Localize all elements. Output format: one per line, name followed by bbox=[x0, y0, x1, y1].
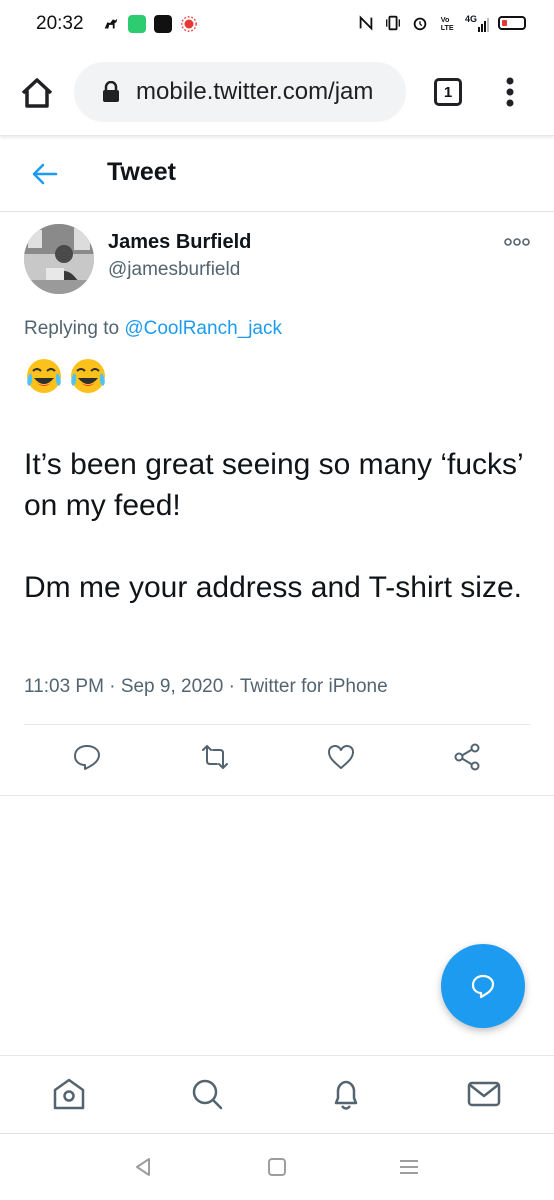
status-time: 20:32 bbox=[36, 13, 84, 34]
tweet-text: It’s been great seeing so many ‘fucks’ o… bbox=[24, 444, 524, 649]
tweet-date[interactable]: Sep 9, 2020 bbox=[121, 676, 223, 697]
app-icon bbox=[153, 15, 172, 33]
back-arrow-icon[interactable] bbox=[30, 160, 58, 188]
like-icon[interactable] bbox=[326, 742, 356, 772]
replying-to-mention[interactable]: @CoolRanch_jack bbox=[124, 318, 282, 339]
system-recents-icon[interactable] bbox=[398, 1156, 420, 1178]
replying-to: Replying to @CoolRanch_jack bbox=[24, 318, 282, 340]
divider bbox=[0, 795, 554, 796]
recording-icon bbox=[180, 16, 197, 32]
compose-message-button[interactable] bbox=[441, 944, 525, 1028]
volte-icon: VoLTE bbox=[441, 15, 454, 32]
divider bbox=[24, 724, 530, 725]
compose-bubble-icon bbox=[471, 974, 495, 999]
status-bar: 20:32 Vo LTE 4G bbox=[0, 0, 554, 48]
browser-toolbar: mobile.twitter.com/jam 1 bbox=[0, 48, 554, 136]
address-bar[interactable]: mobile.twitter.com/jam bbox=[74, 62, 406, 122]
browser-menu-icon[interactable] bbox=[500, 76, 520, 108]
lock-icon bbox=[103, 81, 119, 102]
svg-text:LTE: LTE bbox=[441, 23, 454, 32]
tweet-actions bbox=[24, 742, 530, 782]
tweet-paragraph: Dm me your address and T-shirt size. bbox=[24, 571, 522, 604]
horse-icon bbox=[104, 18, 117, 29]
tweet-paragraph: It’s been great seeing so many ‘fucks’ o… bbox=[24, 448, 523, 522]
system-back-icon[interactable] bbox=[132, 1156, 154, 1178]
meta-separator: · bbox=[103, 676, 121, 697]
tweet-meta: 11:03 PM · Sep 9, 2020 · Twitter for iPh… bbox=[24, 676, 388, 698]
battery-saver-icon bbox=[127, 15, 146, 33]
tweet-time[interactable]: 11:03 PM bbox=[24, 676, 104, 697]
tab-count: 1 bbox=[443, 83, 453, 101]
tweet-source[interactable]: Twitter for iPhone bbox=[240, 676, 388, 697]
page-title: Tweet bbox=[107, 158, 176, 186]
avatar-photo bbox=[24, 224, 94, 294]
replying-prefix: Replying to bbox=[24, 318, 125, 339]
meta-separator: · bbox=[223, 676, 240, 697]
bottom-nav bbox=[0, 1055, 554, 1133]
avatar[interactable] bbox=[24, 224, 94, 294]
tab-switcher-button[interactable]: 1 bbox=[434, 78, 462, 106]
retweet-icon[interactable] bbox=[200, 742, 230, 772]
nfc-icon bbox=[359, 15, 373, 31]
alarm-icon bbox=[413, 17, 427, 31]
browser-home-icon[interactable] bbox=[18, 74, 56, 112]
battery-low-icon bbox=[498, 16, 526, 30]
tears-of-joy-emoji-icon bbox=[27, 359, 61, 393]
author-handle[interactable]: @jamesburfield bbox=[108, 259, 240, 281]
tweet-emoji-row bbox=[24, 356, 108, 396]
status-right: Vo LTE 4G bbox=[357, 14, 526, 32]
more-options-icon[interactable] bbox=[504, 236, 530, 248]
notifications-icon[interactable] bbox=[329, 1076, 363, 1112]
status-left: 20:32 bbox=[36, 13, 198, 35]
signal-4g-icon: 4G bbox=[465, 14, 489, 32]
network-label: 4G bbox=[464, 14, 477, 24]
share-icon[interactable] bbox=[452, 742, 482, 772]
system-navigation-bar bbox=[0, 1133, 554, 1200]
vibrate-icon bbox=[386, 15, 400, 31]
tears-of-joy-emoji-icon bbox=[71, 359, 105, 393]
home-icon[interactable] bbox=[52, 1076, 86, 1112]
search-icon[interactable] bbox=[190, 1076, 224, 1112]
url-text: mobile.twitter.com/jam bbox=[136, 78, 374, 105]
messages-icon[interactable] bbox=[467, 1076, 501, 1112]
author-name[interactable]: James Burfield bbox=[108, 231, 251, 254]
system-home-icon[interactable] bbox=[266, 1156, 288, 1178]
tweet-header: Tweet bbox=[0, 138, 554, 212]
reply-icon[interactable] bbox=[72, 742, 102, 772]
